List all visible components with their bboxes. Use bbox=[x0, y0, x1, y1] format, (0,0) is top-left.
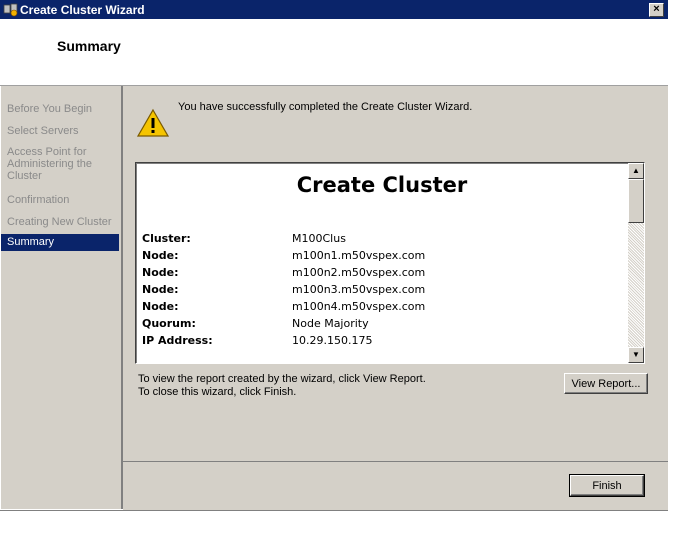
report-scrollbar[interactable]: ▲ ▼ bbox=[628, 163, 644, 363]
report-value: Node Majority bbox=[292, 317, 369, 330]
title-bar: Create Cluster Wizard × bbox=[0, 0, 668, 19]
report-row: Cluster: M100Clus bbox=[142, 232, 346, 245]
report-value: M100Clus bbox=[292, 232, 346, 245]
report-key: Quorum: bbox=[142, 317, 196, 330]
report-row: Node: m100n4.m50vspex.com bbox=[142, 300, 425, 313]
wizard-footer: Finish bbox=[123, 461, 668, 510]
success-message: You have successfully completed the Crea… bbox=[178, 101, 473, 113]
report-row: Node: m100n1.m50vspex.com bbox=[142, 249, 425, 262]
report-row: Node: m100n3.m50vspex.com bbox=[142, 283, 425, 296]
wizard-header: Summary bbox=[0, 19, 668, 86]
arrow-up-icon: ▲ bbox=[632, 166, 640, 175]
sidebar-item-summary[interactable]: Summary bbox=[1, 234, 119, 251]
main-panel: You have successfully completed the Crea… bbox=[123, 86, 668, 461]
report-value: m100n2.m50vspex.com bbox=[292, 266, 426, 279]
wizard-steps-sidebar: Before You Begin Select Servers Access P… bbox=[1, 86, 122, 509]
report-row: IP Address: 10.29.150.175 bbox=[142, 334, 372, 347]
warning-icon bbox=[137, 108, 169, 137]
finish-button[interactable]: Finish bbox=[569, 474, 645, 497]
report-key: Node: bbox=[142, 300, 179, 313]
scroll-thumb[interactable] bbox=[628, 179, 644, 223]
report-key: Node: bbox=[142, 283, 179, 296]
arrow-down-icon: ▼ bbox=[632, 350, 640, 359]
report-row: Node: m100n2.m50vspex.com bbox=[142, 266, 425, 279]
sidebar-item-select-servers[interactable]: Select Servers bbox=[1, 125, 119, 137]
report-key: Node: bbox=[142, 266, 179, 279]
report-value: m100n4.m50vspex.com bbox=[292, 300, 426, 313]
report-value: 10.29.150.175 bbox=[292, 334, 373, 347]
report-value: m100n1.m50vspex.com bbox=[292, 249, 426, 262]
page-title: Summary bbox=[57, 38, 121, 54]
close-button[interactable]: × bbox=[649, 3, 664, 17]
window-bottom-border bbox=[0, 510, 668, 511]
scroll-down-button[interactable]: ▼ bbox=[628, 347, 644, 363]
report-key: Node: bbox=[142, 249, 179, 262]
sidebar-item-creating-new-cluster[interactable]: Creating New Cluster bbox=[1, 216, 119, 228]
sidebar-item-confirmation[interactable]: Confirmation bbox=[1, 194, 119, 206]
report-value: m100n3.m50vspex.com bbox=[292, 283, 426, 296]
info-line-view-report: To view the report created by the wizard… bbox=[138, 373, 426, 385]
close-icon: × bbox=[653, 3, 660, 15]
sidebar-item-access-point[interactable]: Access Point for Administering the Clust… bbox=[1, 146, 101, 182]
sidebar-item-before-you-begin[interactable]: Before You Begin bbox=[1, 103, 119, 115]
scroll-up-button[interactable]: ▲ bbox=[628, 163, 644, 179]
report-row: Quorum: Node Majority bbox=[142, 317, 369, 330]
info-text: To view the report created by the wizard… bbox=[138, 373, 426, 399]
report-title: Create Cluster bbox=[296, 173, 468, 197]
view-report-button[interactable]: View Report... bbox=[564, 373, 648, 394]
cluster-app-icon bbox=[3, 3, 18, 17]
report-key: Cluster: bbox=[142, 232, 191, 245]
window-title: Create Cluster Wizard bbox=[20, 3, 145, 17]
report-key: IP Address: bbox=[142, 334, 213, 347]
report-panel: Create Cluster Cluster: M100Clus Node: m10… bbox=[135, 162, 645, 364]
info-line-finish: To close this wizard, click Finish. bbox=[138, 386, 297, 398]
